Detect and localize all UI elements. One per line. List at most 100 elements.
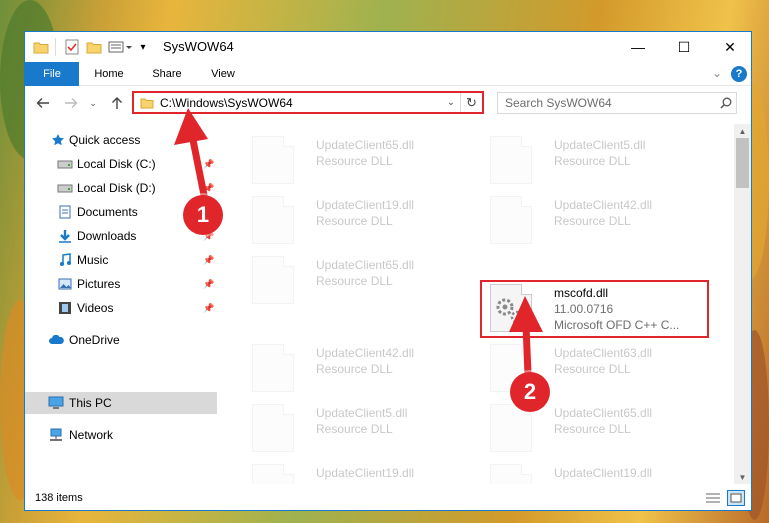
list-item[interactable]: UpdateClient65.dll Resource DLL [242, 248, 472, 308]
scroll-up-icon[interactable]: ▲ [734, 124, 751, 138]
drive-icon [57, 180, 73, 196]
step-2-badge: 2 [510, 372, 550, 412]
sidebar-item-local-disk-d[interactable]: Local Disk (D:) 📌 [25, 177, 217, 199]
scroll-thumb[interactable] [736, 138, 749, 188]
toolbar-divider [55, 38, 56, 56]
cloud-icon [48, 332, 64, 348]
file-name: UpdateClient19.dll [554, 466, 653, 480]
dll-file-icon [490, 196, 532, 244]
address-dropdown-icon[interactable]: ⌄ [442, 97, 460, 108]
back-arrow-icon[interactable] [33, 94, 53, 112]
vertical-scrollbar[interactable]: ▲ ▼ [734, 124, 751, 484]
large-icons-view-icon[interactable] [727, 490, 745, 506]
window-title: SysWOW64 [163, 39, 234, 54]
tab-view[interactable]: View [197, 62, 249, 86]
file-type: Resource DLL [316, 214, 393, 228]
properties-icon[interactable] [63, 38, 81, 56]
star-icon [50, 132, 66, 148]
file-name: UpdateClient65.dll [316, 138, 415, 152]
sidebar-item-label: Local Disk (D:) [77, 181, 156, 195]
file-type: Resource DLL [316, 274, 393, 288]
download-icon [57, 228, 73, 244]
file-type: Resource DLL [316, 422, 393, 436]
close-button[interactable]: ✕ [707, 32, 751, 62]
dll-file-icon [490, 284, 532, 332]
sidebar-item-label: Videos [77, 301, 114, 315]
tab-file[interactable]: File [25, 62, 79, 86]
list-item[interactable]: UpdateClient19.dll Resource DLL [242, 188, 472, 248]
sidebar-item-label: Local Disk (C:) [77, 157, 156, 171]
dropdown-arrow-icon[interactable]: ▾ [137, 38, 149, 56]
file-type: Resource DLL [554, 482, 631, 484]
network-icon [48, 427, 64, 443]
file-type: Resource DLL [554, 154, 631, 168]
title-bar: ▾ SysWOW64 — ☐ ✕ [25, 32, 751, 62]
list-item[interactable]: UpdateClient19.dll Resource DLL [480, 456, 710, 484]
maximize-button[interactable]: ☐ [661, 32, 707, 62]
list-item[interactable]: UpdateClient19.dll Resource DLL [242, 456, 472, 484]
folder-icon [33, 38, 49, 56]
address-bar[interactable]: C:\Windows\SysWOW64 ⌄ ↻ [132, 91, 484, 114]
file-name: mscofd.dll [554, 286, 609, 300]
sidebar-item-onedrive[interactable]: OneDrive [25, 329, 217, 351]
file-type: Resource DLL [316, 362, 393, 376]
list-item[interactable]: UpdateClient5.dll Resource DLL [480, 128, 710, 188]
dll-file-icon [490, 136, 532, 184]
dll-file-icon [490, 464, 532, 484]
search-icon[interactable] [716, 97, 736, 109]
item-count: 138 items [35, 492, 83, 504]
details-view-icon[interactable] [705, 492, 721, 504]
explorer-window: ▾ SysWOW64 — ☐ ✕ File Home Share View ⌄ … [24, 31, 752, 511]
mscofd-dll-item[interactable]: mscofd.dll 11.00.0716 Microsoft OFD C++ … [480, 276, 710, 336]
status-bar: 138 items [25, 486, 751, 510]
sidebar-item-this-pc[interactable]: This PC [25, 392, 217, 414]
sidebar-item-quick-access[interactable]: Quick access [25, 129, 217, 151]
minimize-button[interactable]: — [615, 32, 661, 62]
pin-icon[interactable]: 📌 [203, 183, 214, 194]
list-item[interactable]: UpdateClient42.dll Resource DLL [242, 336, 472, 396]
documents-icon [57, 204, 73, 220]
sidebar-item-local-disk-c[interactable]: Local Disk (C:) 📌 [25, 153, 217, 175]
sidebar-item-music[interactable]: Music 📌 [25, 249, 217, 271]
pin-icon[interactable]: 📌 [203, 159, 214, 170]
pictures-icon [57, 276, 73, 292]
forward-arrow-icon[interactable] [61, 94, 81, 112]
search-input[interactable]: Search SysWOW64 [497, 92, 737, 114]
dll-file-icon [252, 344, 294, 392]
file-name: UpdateClient65.dll [554, 406, 653, 420]
ribbon-tabs: File Home Share View ⌄ ? [25, 62, 751, 86]
file-list: UpdateClient65.dll Resource DLL UpdateCl… [217, 124, 734, 484]
navigation-bar: ⌄ C:\Windows\SysWOW64 ⌄ ↻ Search SysWOW6… [25, 86, 751, 120]
sidebar-item-label: Quick access [69, 133, 141, 147]
expand-ribbon-icon[interactable]: ⌄ [709, 66, 725, 82]
file-name: UpdateClient42.dll [316, 346, 415, 360]
sidebar-item-videos[interactable]: Videos 📌 [25, 297, 217, 319]
recent-locations-icon[interactable]: ⌄ [87, 94, 99, 112]
tab-home[interactable]: Home [83, 62, 135, 86]
drive-icon [57, 156, 73, 172]
file-name: UpdateClient63.dll [554, 346, 653, 360]
scroll-down-icon[interactable]: ▼ [734, 470, 751, 484]
refresh-icon[interactable]: ↻ [460, 93, 482, 112]
list-item[interactable]: UpdateClient42.dll Resource DLL [480, 188, 710, 248]
sidebar-item-network[interactable]: Network [25, 424, 217, 446]
sidebar-item-label: OneDrive [69, 333, 120, 347]
file-name: UpdateClient65.dll [316, 258, 415, 272]
file-type: Resource DLL [554, 214, 631, 228]
file-name: UpdateClient5.dll [554, 138, 646, 152]
tab-share[interactable]: Share [141, 62, 193, 86]
list-item[interactable]: UpdateClient5.dll Resource DLL [242, 396, 472, 456]
pin-icon[interactable]: 📌 [203, 279, 214, 290]
customize-toolbar-icon[interactable] [107, 38, 135, 56]
pin-icon[interactable]: 📌 [203, 303, 214, 314]
file-name: UpdateClient19.dll [316, 198, 415, 212]
dll-file-icon [252, 464, 294, 484]
sidebar-item-pictures[interactable]: Pictures 📌 [25, 273, 217, 295]
up-arrow-icon[interactable] [107, 94, 127, 112]
new-folder-icon[interactable] [85, 38, 103, 56]
dll-file-icon [252, 136, 294, 184]
dll-file-icon [252, 256, 294, 304]
pin-icon[interactable]: 📌 [203, 255, 214, 266]
list-item[interactable]: UpdateClient65.dll Resource DLL [242, 128, 472, 188]
help-icon[interactable]: ? [731, 66, 747, 82]
